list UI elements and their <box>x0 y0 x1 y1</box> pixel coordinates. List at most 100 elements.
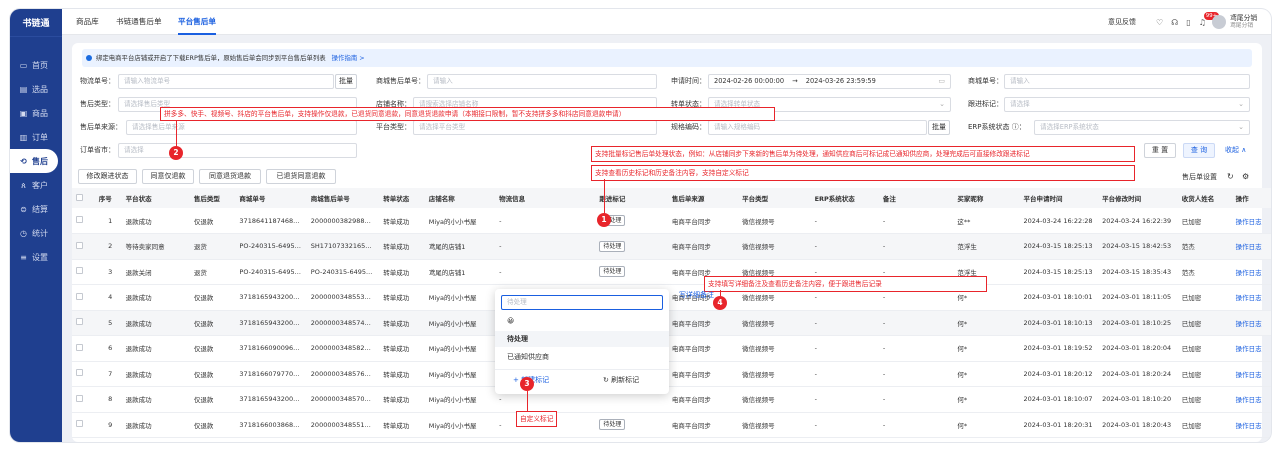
row-checkbox[interactable] <box>76 241 83 249</box>
row-checkbox[interactable] <box>76 292 83 300</box>
spec-batch-button[interactable]: 批量 <box>928 120 950 135</box>
table-cell: 1 <box>94 208 122 234</box>
table-cell: PO-240315-6495... <box>235 233 307 260</box>
table-cell: Miya的小小书屋 <box>424 361 496 387</box>
operation-log-link[interactable]: 操作日志 <box>1236 320 1262 328</box>
mark-search-input[interactable]: 待处理 <box>501 295 663 310</box>
sidebar-item-8[interactable]: ≡ 设置 <box>10 245 62 269</box>
feedback-link[interactable]: 意见反馈 <box>1108 9 1136 35</box>
returned-approve-refund-button[interactable]: 已退货同意退款 <box>266 169 336 184</box>
table-cell: 4 <box>94 284 122 311</box>
follow-mark-tag[interactable]: 待处理 <box>599 240 626 252</box>
operation-log-link[interactable]: 操作日志 <box>1236 243 1262 251</box>
operation-log-link[interactable]: 操作日志 <box>1236 396 1262 404</box>
refresh-icon[interactable]: ↻ <box>1227 170 1234 184</box>
table-cell: 转单成功 <box>379 361 425 387</box>
collapse-toggle[interactable]: 收起 ∧ <box>1225 143 1246 157</box>
logistics-batch-button[interactable]: 批量 <box>335 74 357 89</box>
sidebar-item-6[interactable]: ⊜ 结算 <box>10 197 62 221</box>
follow-mark-tag[interactable]: 待处理 <box>599 419 626 431</box>
aftersale-source-select[interactable]: 请选择售后单来源 <box>126 120 357 135</box>
user-menu[interactable]: 鸢尾分销 鸢尾分销 <box>1212 9 1257 35</box>
shop-aftersale-no-input[interactable]: 请输入 <box>427 74 657 89</box>
platform-type-label: 平台类型： <box>376 123 411 131</box>
table-cell: 3718166079770... <box>235 361 307 387</box>
order-province-select[interactable]: 请选择 <box>118 143 357 158</box>
detail-note-link[interactable]: 写详细备注 <box>679 289 714 301</box>
tab-goods-library[interactable]: 商品库 <box>76 9 99 35</box>
spec-code-input[interactable]: 请输入规格编码 <box>708 120 927 135</box>
tab-slt-aftersale[interactable]: 书链通售后单 <box>116 9 162 35</box>
row-checkbox[interactable] <box>76 369 83 377</box>
aftersale-settings-link[interactable]: 售后单设置 <box>1182 170 1217 184</box>
heart-icon[interactable]: ♡ <box>1156 18 1163 27</box>
logistics-no-input[interactable]: 请输入物流单号 <box>118 74 334 89</box>
table-cell: 退款成功 <box>121 386 190 413</box>
sidebar-item-5[interactable]: ጰ 客户 <box>10 173 62 197</box>
aftersale-table: 序号 平台状态 售后类型 商城单号 商城售后单号 转单状态 店铺名称 物流信息 跟进标记 售后单来… <box>72 188 1271 438</box>
mall-order-no-label: 商城单号： <box>968 77 1003 85</box>
option-notified-supplier[interactable]: 已通知供应商 <box>495 349 669 365</box>
headset-icon[interactable]: ☊ <box>1171 18 1178 27</box>
row-checkbox[interactable] <box>76 267 83 275</box>
platform-type-select[interactable]: 请选择平台类型 <box>413 120 657 135</box>
chevron-down-icon: ⌄ <box>939 100 945 108</box>
tab-platform-aftersale[interactable]: 平台售后单 <box>178 9 216 35</box>
operation-log-link[interactable]: 操作日志 <box>1236 345 1262 353</box>
sidebar-item-1[interactable]: ▤ 选品 <box>10 77 62 101</box>
reset-button[interactable]: 重 置 <box>1144 143 1176 158</box>
table-cell: - <box>878 208 954 234</box>
table-cell: 3718166090096... <box>235 335 307 362</box>
search-button[interactable]: 查 询 <box>1183 143 1215 158</box>
refresh-mark-button[interactable]: ↻ 刷新标记 <box>603 372 663 388</box>
sidebar-item-label: 首页 <box>32 60 48 70</box>
order-province-label: 订单省市： <box>80 146 115 154</box>
apply-time-range[interactable]: 2024-02-26 00:00:00 → 2024-03-26 23:59:5… <box>708 74 951 89</box>
approve-return-refund-button[interactable]: 同意退货退款 <box>199 169 261 184</box>
option-pending[interactable]: 待处理 <box>495 331 669 347</box>
doc-icon[interactable]: ▯ <box>1186 18 1190 27</box>
divider <box>495 369 669 370</box>
sidebar-item-4[interactable]: ⟲ 售后 <box>10 149 58 173</box>
operation-log-link[interactable]: 操作日志 <box>1236 294 1262 302</box>
select-all-checkbox[interactable] <box>76 193 83 201</box>
table-cell: 2024-03-01 18:20:43 <box>1098 412 1178 438</box>
erp-status-select[interactable]: 请选择ERP系统状态 ⌄ <box>1034 120 1250 135</box>
table-cell: 已加密 <box>1177 361 1232 387</box>
guide-link[interactable]: 操作指南 > <box>332 54 365 62</box>
annotation-platform-support: 拼多多、快手、视频号、抖店的平台售后单，支持操作仅退款，已退货同意退款，同意退货… <box>160 107 775 121</box>
table-cell: 转单成功 <box>379 386 425 413</box>
table-row: 1 退款成功 仅退款 3718641187468... 2000000382988...… <box>72 208 1271 234</box>
row-checkbox[interactable] <box>76 216 83 223</box>
sidebar-item-2[interactable]: ▣ 商品 <box>10 101 62 125</box>
operation-log-link[interactable]: 操作日志 <box>1236 218 1262 226</box>
column-header: 操作 <box>1231 188 1271 208</box>
column-header: 转单状态 <box>379 188 425 208</box>
column-header: 买家昵称 <box>953 188 1020 208</box>
sidebar-item-3[interactable]: ▥ 订单 <box>10 125 62 149</box>
help-icon[interactable]: ⓘ <box>1012 123 1019 131</box>
operation-log-link[interactable]: 操作日志 <box>1236 371 1262 379</box>
table-cell: - <box>810 361 879 387</box>
emoji-option[interactable]: 😀 <box>495 313 669 329</box>
table-cell: PO-240315-6495... <box>306 259 380 285</box>
approve-refund-only-button[interactable]: 同意仅退款 <box>142 169 194 184</box>
sidebar-item-7[interactable]: ◷ 统计 <box>10 221 62 245</box>
table-cell: 3718641187468... <box>235 208 307 234</box>
settings-icon[interactable]: ⚙ <box>1242 170 1249 184</box>
follow-mark-select[interactable]: 请选择 ⌄ <box>1004 97 1250 112</box>
row-checkbox[interactable] <box>76 394 83 402</box>
sidebar-item-0[interactable]: ▭ 首页 <box>10 53 62 77</box>
operation-log-link[interactable]: 操作日志 <box>1236 422 1262 430</box>
refresh-icon: ↻ <box>603 376 609 384</box>
row-checkbox[interactable] <box>76 420 83 428</box>
column-header[interactable] <box>72 188 95 208</box>
follow-mark-tag[interactable]: 待处理 <box>599 266 626 278</box>
row-checkbox[interactable] <box>76 318 83 326</box>
table-cell: Miya的小小书屋 <box>424 284 496 311</box>
modify-follow-status-button[interactable]: 修改跟进状态 <box>78 169 137 184</box>
operation-log-link[interactable]: 操作日志 <box>1236 269 1262 277</box>
bell-icon[interactable]: ♫ 99+ <box>1199 11 1220 27</box>
mall-order-no-input[interactable]: 请输入 <box>1004 74 1250 89</box>
row-checkbox[interactable] <box>76 343 83 351</box>
